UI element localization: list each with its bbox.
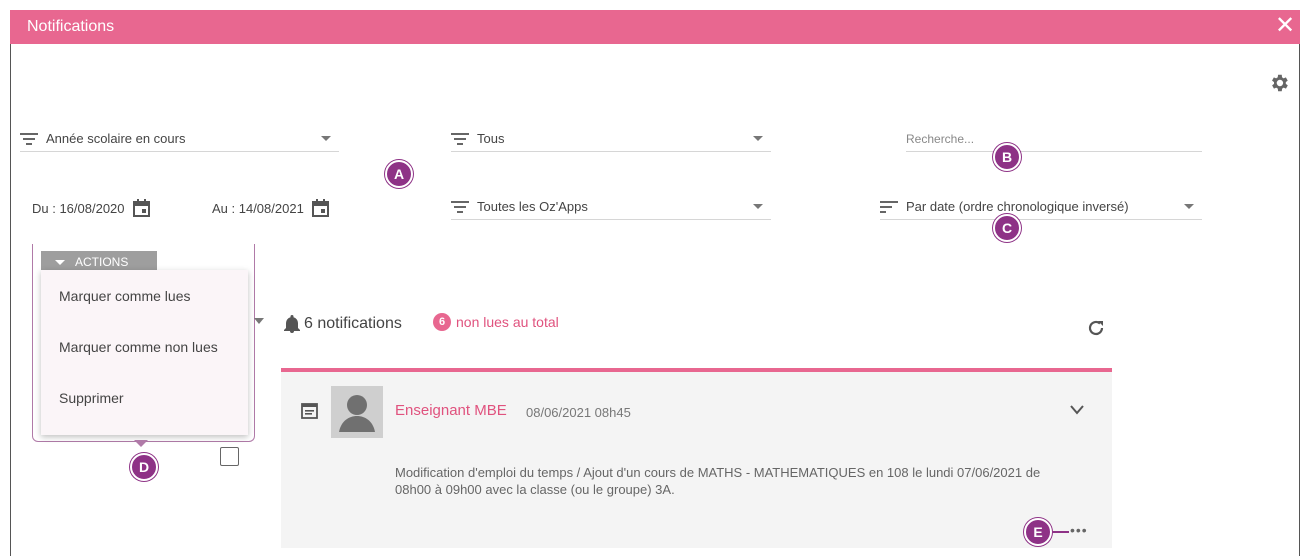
notification-time: 08/06/2021 08h45 — [526, 405, 631, 420]
notification-sender[interactable]: Enseignant MBE — [395, 402, 507, 419]
notification-count: 6 notifications — [284, 315, 402, 333]
notification-message: Modification d'emploi du temps / Ajout d… — [395, 465, 1041, 497]
callout-a: A — [385, 160, 413, 188]
search-input[interactable]: Recherche... — [906, 126, 1202, 152]
unread-label: non lues au total — [456, 314, 559, 330]
filter-icon — [20, 132, 38, 145]
apps-select[interactable]: Toutes les Oz'Apps — [451, 194, 771, 220]
filter-icon — [451, 200, 469, 213]
close-icon[interactable]: ✕ — [1272, 13, 1298, 39]
caret-down-icon — [55, 259, 65, 265]
unread-badge: 6 — [433, 313, 451, 331]
menu-item-delete[interactable]: Supprimer — [41, 372, 248, 423]
refresh-icon[interactable] — [1087, 319, 1105, 337]
chevron-down-icon — [321, 136, 331, 141]
actions-label: ACTIONS — [75, 255, 129, 269]
calendar-icon[interactable] — [311, 199, 329, 217]
callout-c: C — [993, 214, 1021, 242]
date-from-value: Du : 16/08/2020 — [32, 200, 125, 216]
actions-menu: Marquer comme lues Marquer comme non lue… — [41, 270, 248, 435]
window-title: Notifications — [27, 18, 115, 35]
chevron-down-icon — [753, 204, 763, 209]
bell-icon — [284, 315, 300, 333]
type-select[interactable]: Tous — [451, 126, 771, 152]
avatar-icon — [331, 386, 383, 438]
apps-value: Toutes les Oz'Apps — [477, 199, 588, 214]
type-value: Tous — [477, 131, 505, 146]
chevron-down-icon — [1184, 204, 1194, 209]
more-options-icon[interactable]: ••• — [1070, 522, 1088, 538]
notification-card[interactable]: Enseignant MBE 08/06/2021 08h45 Modifica… — [281, 368, 1112, 548]
menu-item-mark-unread[interactable]: Marquer comme non lues — [41, 321, 248, 372]
schedule-icon — [301, 403, 318, 419]
title-bar: Notifications ✕ — [10, 10, 1300, 44]
school-year-select[interactable]: Année scolaire en cours — [20, 126, 339, 152]
gear-icon[interactable] — [1268, 72, 1290, 94]
date-to-value: Au : 14/08/2021 — [212, 200, 304, 216]
date-to-field[interactable]: Au : 14/08/2021 — [212, 199, 329, 217]
search-placeholder: Recherche... — [906, 131, 975, 146]
select-all-checkbox[interactable] — [220, 447, 239, 466]
dropdown-pointer — [134, 440, 148, 447]
chevron-down-icon[interactable] — [1069, 404, 1085, 416]
callout-e: E — [1024, 518, 1052, 546]
sort-icon — [880, 200, 898, 213]
chevron-down-icon — [753, 136, 763, 141]
menu-item-mark-read[interactable]: Marquer comme lues — [41, 270, 248, 321]
unread-total: 6 non lues au total — [433, 313, 559, 331]
sort-select[interactable]: Par date (ordre chronologique inversé) — [880, 194, 1202, 220]
filter-icon — [451, 132, 469, 145]
date-from-field[interactable]: Du : 16/08/2020 — [32, 199, 150, 217]
school-year-value: Année scolaire en cours — [46, 131, 186, 146]
chevron-down-icon[interactable] — [254, 318, 264, 324]
callout-b: B — [993, 143, 1021, 171]
callout-d: D — [130, 453, 158, 481]
count-label: 6 notifications — [304, 315, 402, 332]
calendar-icon[interactable] — [132, 199, 150, 217]
sort-value: Par date (ordre chronologique inversé) — [906, 199, 1129, 214]
